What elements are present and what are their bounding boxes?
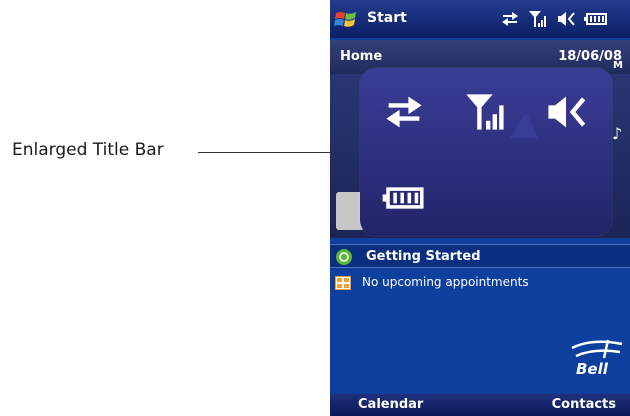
getting-started-icon <box>336 249 352 265</box>
calendar-softkey[interactable]: Calendar <box>358 397 423 412</box>
volume-icon[interactable] <box>556 10 576 28</box>
title-bar[interactable]: Start <box>330 0 630 38</box>
softkey-bar: Calendar Contacts <box>330 394 630 416</box>
signal-icon[interactable] <box>528 10 548 28</box>
enlarged-title-bar-popup[interactable] <box>360 68 612 236</box>
phone-screen: Start Home 18/06/08 M ♪ Getting Started … <box>330 0 630 416</box>
clock-suffix-fragment: M <box>613 60 623 71</box>
bell-logo: Bell <box>571 339 623 378</box>
status-icons[interactable] <box>500 10 608 28</box>
calendar-icon <box>335 276 351 290</box>
getting-started-row[interactable]: Getting Started <box>330 244 630 268</box>
windows-start-icon[interactable] <box>334 9 358 31</box>
getting-started-label: Getting Started <box>366 249 481 264</box>
sync-icon[interactable] <box>382 92 426 132</box>
popup-pointer <box>509 112 543 138</box>
music-note-icon: ♪ <box>612 124 623 143</box>
appointments-row[interactable]: No upcoming appointments <box>330 270 630 294</box>
battery-icon[interactable] <box>584 10 608 28</box>
signal-icon[interactable] <box>464 90 508 134</box>
volume-icon[interactable] <box>544 92 588 132</box>
home-label: Home <box>340 49 383 64</box>
bell-logo-text: Bell <box>576 360 609 378</box>
contacts-softkey[interactable]: Contacts <box>552 397 616 412</box>
title-text: Start <box>367 10 407 26</box>
appointments-label: No upcoming appointments <box>362 275 529 289</box>
callout-label: Enlarged Title Bar <box>12 140 164 160</box>
battery-icon[interactable] <box>382 182 426 214</box>
sync-icon[interactable] <box>500 10 520 28</box>
